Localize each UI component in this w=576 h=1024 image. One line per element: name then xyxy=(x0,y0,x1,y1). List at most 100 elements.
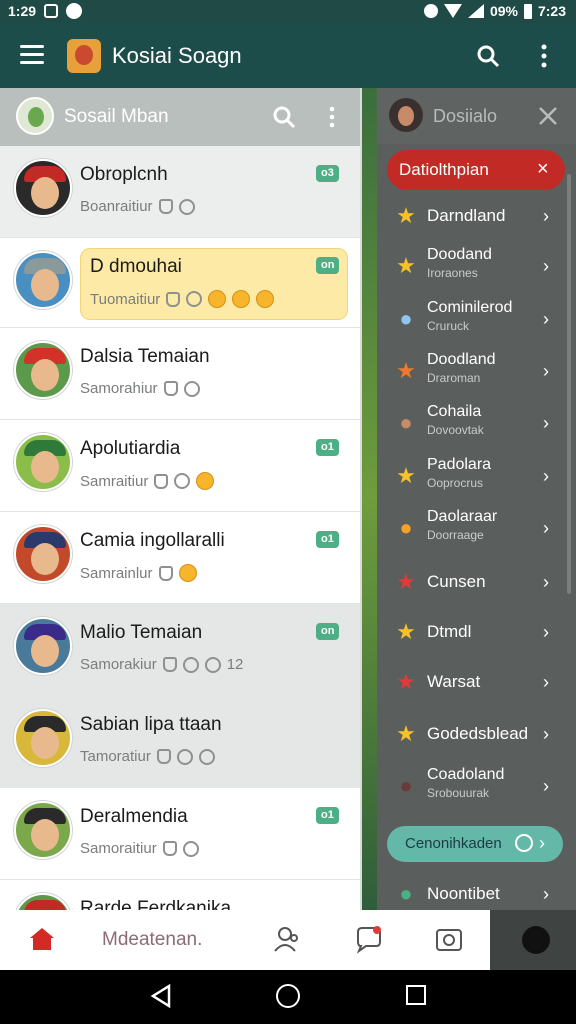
more-vert-icon[interactable] xyxy=(328,106,336,128)
chat-row[interactable]: Camia ingollaralli Samrainlur o1 xyxy=(0,512,360,604)
clock-icon xyxy=(515,834,533,852)
smile-icon xyxy=(204,656,221,673)
drawer-menu-item[interactable]: ● Coadoland Srobouurak › xyxy=(377,760,576,812)
gift-icon xyxy=(156,749,171,764)
chevron-right-icon: › xyxy=(543,672,549,692)
star-icon: ★ xyxy=(396,463,416,488)
chat-preview: Tuomaitiur xyxy=(90,290,275,308)
navigation-drawer: Dosiialo Datiolthpian × ★ Darndland › ★ Dood… xyxy=(377,88,576,910)
star-icon: ★ xyxy=(396,669,416,694)
menu-item-label: Padolara xyxy=(427,456,492,473)
chevron-right-icon: › xyxy=(543,776,549,796)
chat-row[interactable]: Apolutiardia Samraitiur o1 xyxy=(0,420,360,512)
chevron-right-icon: › xyxy=(543,572,549,592)
smile-icon xyxy=(178,198,195,215)
menu-item-label: Cohaila xyxy=(427,403,482,420)
avatar xyxy=(14,617,72,675)
drawer-menu-item[interactable]: ★ Doodland Draroman › xyxy=(377,345,576,397)
smile-icon xyxy=(183,380,200,397)
gift-icon xyxy=(158,199,173,214)
drawer-menu-item[interactable]: ★ Doodand Iroraones › xyxy=(377,240,576,292)
smile-icon xyxy=(182,656,199,673)
gift-icon xyxy=(162,657,177,672)
avatar xyxy=(14,893,72,910)
drawer-menu-item[interactable]: ● Cominilerod Cruruck › xyxy=(377,293,576,345)
camera-icon[interactable] xyxy=(434,924,464,954)
chat-name: Camia ingollaralli xyxy=(80,530,225,551)
status-clock: 7:23 xyxy=(537,3,566,19)
chat-row[interactable]: Obroplcnh Boanraitiur o3 xyxy=(0,146,360,238)
gift-icon xyxy=(158,565,173,581)
home-button-icon[interactable] xyxy=(276,984,300,1008)
avatar[interactable] xyxy=(16,97,54,135)
close-icon[interactable]: × xyxy=(537,158,549,181)
cta-button[interactable]: Cenonihkaden › xyxy=(387,826,563,862)
recents-icon[interactable] xyxy=(406,985,426,1005)
nav-label[interactable]: Mdeatenan. xyxy=(102,929,202,951)
star-icon: ★ xyxy=(396,569,416,594)
drawer-footer-item[interactable]: ● Noontibet › xyxy=(377,868,576,910)
active-filter-chip[interactable]: Datiolthpian × xyxy=(387,150,565,190)
chevron-right-icon: › xyxy=(543,256,549,276)
battery-icon xyxy=(523,3,532,19)
chat-preview: Samorahiur xyxy=(80,380,200,397)
drawer-menu-item[interactable]: ★ Godedsblead › xyxy=(377,708,576,760)
chat-row[interactable]: Sabian lipa ttaan Tamoratiur xyxy=(0,696,360,788)
back-icon[interactable] xyxy=(150,984,172,1008)
chat-row[interactable]: Dalsia Temaian Samorahiur xyxy=(0,328,360,420)
drawer-title: Dosiialo xyxy=(433,106,498,126)
chat-name: Dalsia Temaian xyxy=(80,346,210,367)
chat-row[interactable]: Rarde Ferdkanika xyxy=(0,880,360,910)
unread-badge: o3 xyxy=(316,165,339,182)
avatar xyxy=(14,433,72,491)
smile-icon xyxy=(174,473,191,489)
drawer-menu-item[interactable]: ● Daolaraar Doorraage › xyxy=(377,502,576,554)
drawer-menu-item[interactable]: ★ Darndland › xyxy=(377,190,576,242)
emoji-icon xyxy=(178,564,197,582)
notification-icon xyxy=(44,4,59,18)
app-screen: 1:29 09% 7:23 Kosiai Soagn Sosail Mban O… xyxy=(0,0,576,1024)
search-icon[interactable] xyxy=(476,44,500,68)
chat-preview: Samrainlur xyxy=(80,564,197,582)
menu-item-label: Doodand xyxy=(427,246,492,263)
drawer-menu-item[interactable]: ★ Dtmdl › xyxy=(377,606,576,658)
star-icon: ★ xyxy=(396,253,416,278)
app-logo xyxy=(67,39,101,73)
status-bar: 1:29 09% 7:23 xyxy=(0,0,576,24)
chat-preview: Boanraitiur xyxy=(80,198,195,215)
battery-percent: 09% xyxy=(489,3,518,19)
chevron-right-icon: › xyxy=(543,206,549,226)
menu-item-label: Coadoland xyxy=(427,766,505,783)
chat-preview: Samraitiur xyxy=(80,472,215,490)
home-icon[interactable] xyxy=(28,926,56,952)
search-icon[interactable] xyxy=(272,105,296,129)
profile-icon[interactable] xyxy=(522,926,550,954)
chat-name: D dmouhai xyxy=(90,256,182,277)
system-navigation xyxy=(0,970,576,1024)
more-vert-icon[interactable] xyxy=(540,44,548,68)
chat-list-panel: Sosail Mban Obroplcnh Boanraitiur o3 D d… xyxy=(0,88,362,910)
star-icon: ★ xyxy=(396,721,416,746)
chat-row[interactable]: D dmouhai Tuomaitiur on xyxy=(0,238,360,328)
drawer-header: Dosiialo xyxy=(377,88,576,144)
emoji-icon xyxy=(196,472,215,490)
emoji-icon xyxy=(256,290,275,308)
chat-row[interactable]: Deralmendia Samoraitiur o1 xyxy=(0,788,360,880)
chevron-right-icon: › xyxy=(543,466,549,486)
app-bar: Kosiai Soagn xyxy=(0,24,576,88)
avatar xyxy=(14,525,72,583)
menu-item-label: Doodland xyxy=(427,351,496,368)
avatar[interactable] xyxy=(389,98,423,132)
unread-badge: o1 xyxy=(316,531,339,548)
drawer-menu-item[interactable]: ★ Warsat › xyxy=(377,656,576,708)
chat-preview: Samorakiur 12 xyxy=(80,656,244,673)
contacts-icon[interactable] xyxy=(272,924,302,954)
drawer-menu-item[interactable]: ★ Cunsen › xyxy=(377,556,576,608)
drawer-menu-item[interactable]: ● Cohaila Dovoovtak › xyxy=(377,397,576,449)
menu-icon[interactable] xyxy=(20,45,44,65)
chat-icon[interactable] xyxy=(354,924,384,954)
close-icon[interactable] xyxy=(537,105,559,127)
drawer-menu-item[interactable]: ★ Padolara Ooprocrus › xyxy=(377,450,576,502)
chat-row[interactable]: Malio Temaian Samorakiur 12 on xyxy=(0,604,360,696)
menu-item-label: Warsat xyxy=(427,672,481,691)
